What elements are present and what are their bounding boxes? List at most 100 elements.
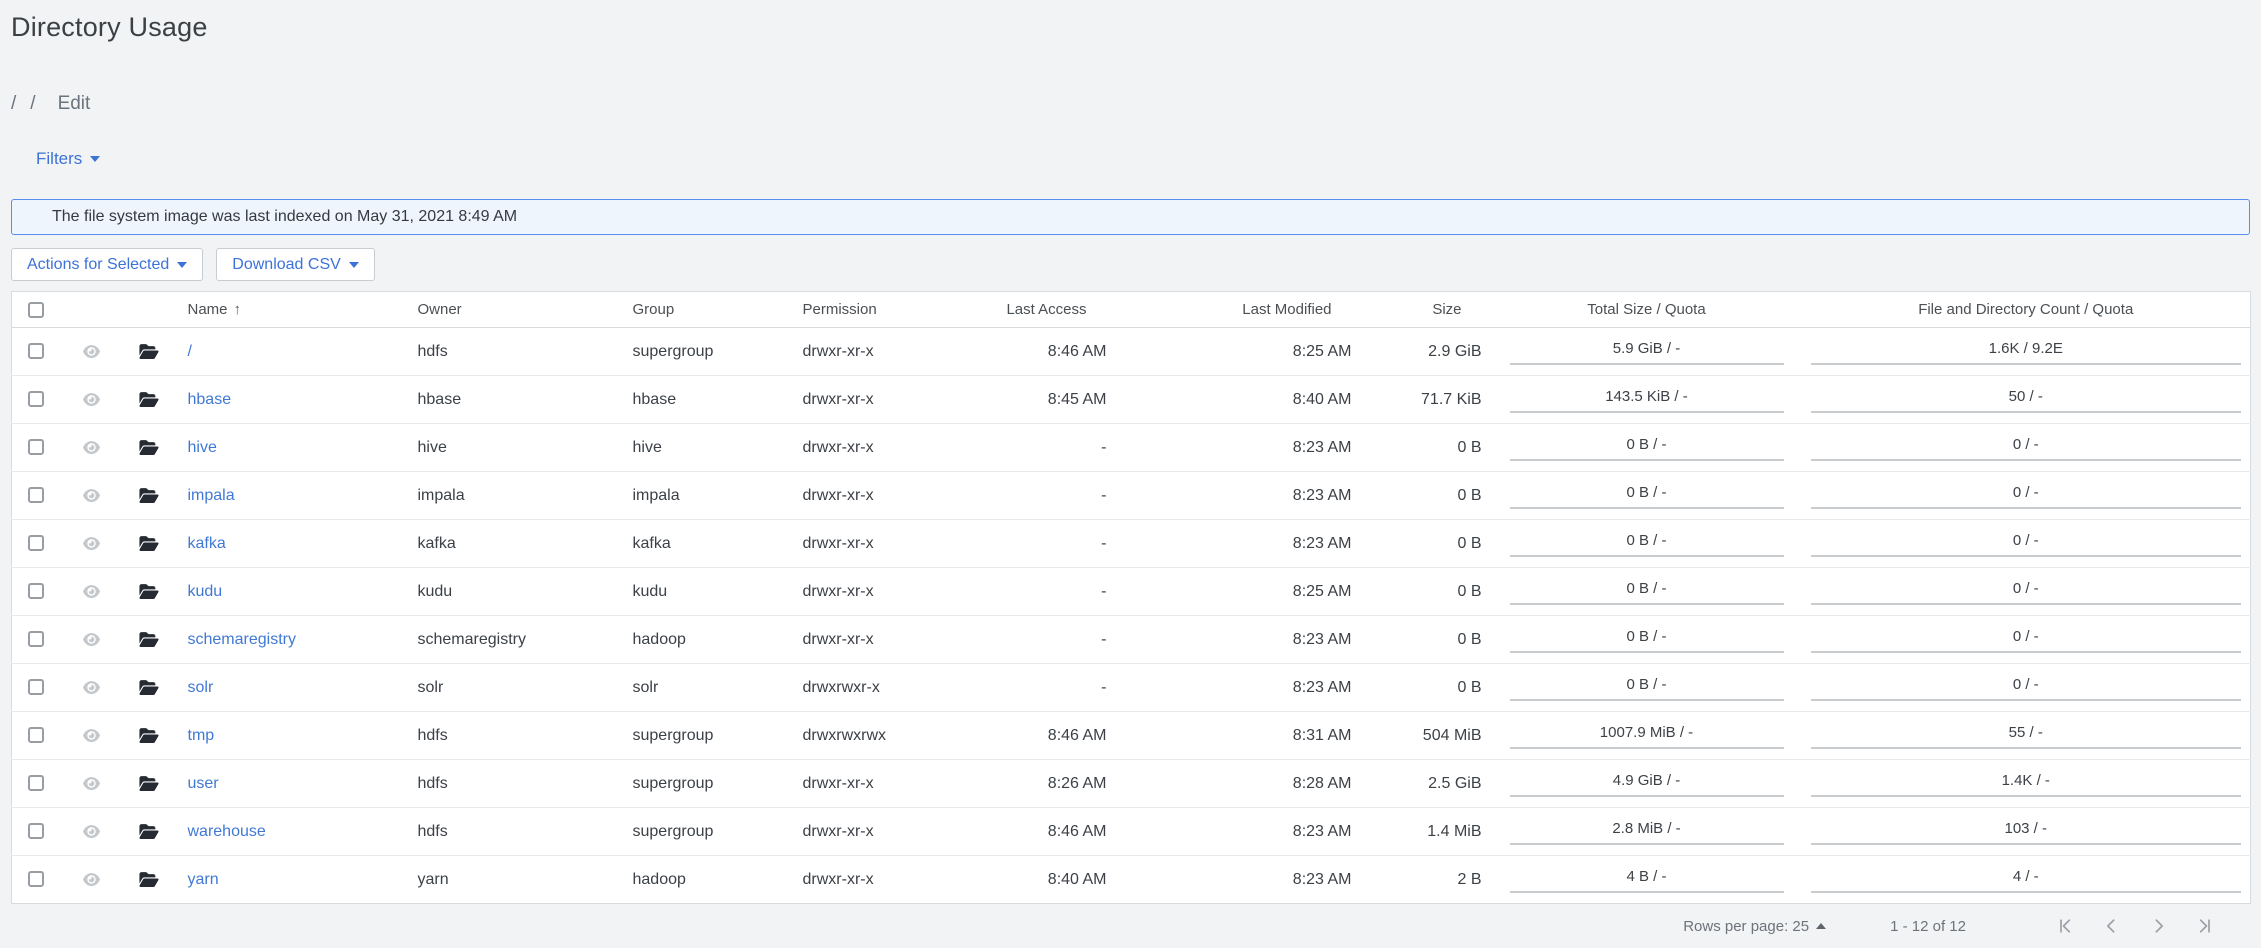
row-checkbox[interactable] [28,391,44,407]
row-checkbox[interactable] [28,679,44,695]
directory-link[interactable]: hive [188,439,217,456]
last-access-cell: - [917,424,1117,472]
name-cell: user [172,760,402,808]
actions-for-selected-button[interactable]: Actions for Selected [11,248,203,281]
last-access-cell: - [917,472,1117,520]
eye-icon[interactable] [82,391,101,408]
last-modified-cell: 8:28 AM [1117,760,1362,808]
row-select-cell [12,664,58,712]
directory-link[interactable]: user [188,775,219,792]
rows-per-page-dropdown[interactable]: Rows per page: 25 [1683,918,1826,935]
row-checkbox[interactable] [28,775,44,791]
select-all-checkbox[interactable] [28,302,44,318]
count-quota-bar [1811,843,2242,845]
directory-link[interactable]: warehouse [188,823,266,840]
last-access-cell: 8:45 AM [917,376,1117,424]
row-checkbox[interactable] [28,439,44,455]
folder-open-icon [139,343,159,360]
column-header-name[interactable]: Name↑ [172,292,402,328]
directory-link[interactable]: tmp [188,727,215,744]
owner-cell: hdfs [402,760,617,808]
count-quota-bar [1811,555,2242,557]
total-size-quota-value: 4.9 GiB / - [1510,771,1784,791]
directory-link[interactable]: solr [188,679,214,696]
row-checkbox[interactable] [28,583,44,599]
size-cell: 0 B [1362,424,1492,472]
name-cell: solr [172,664,402,712]
column-header-total-size-quota[interactable]: Total Size / Quota [1492,292,1802,328]
directory-link[interactable]: kudu [188,583,223,600]
column-header-count-quota[interactable]: File and Directory Count / Quota [1802,292,2251,328]
group-cell: impala [617,472,787,520]
eye-icon[interactable] [82,727,101,744]
name-cell: warehouse [172,808,402,856]
next-page-button[interactable] [2148,916,2168,936]
directory-link[interactable]: hbase [188,391,232,408]
last-modified-cell: 8:23 AM [1117,664,1362,712]
column-header-permission[interactable]: Permission [787,292,917,328]
eye-icon[interactable] [82,583,101,600]
total-size-quota-value: 0 B / - [1510,579,1784,599]
total-size-quota-bar [1510,411,1784,413]
row-preview-cell [58,856,110,904]
eye-icon[interactable] [82,871,101,888]
previous-page-button[interactable] [2102,916,2122,936]
column-header-last-modified[interactable]: Last Modified [1117,292,1362,328]
breadcrumb-edit-link[interactable]: Edit [58,93,91,115]
name-cell: tmp [172,712,402,760]
first-page-button[interactable] [2056,916,2076,936]
directory-link[interactable]: / [188,343,192,360]
total-size-quota-bar [1510,603,1784,605]
last-modified-cell: 8:40 AM [1117,376,1362,424]
column-header-last-access[interactable]: Last Access [917,292,1117,328]
directory-link[interactable]: schemaregistry [188,631,296,648]
last-modified-cell: 8:31 AM [1117,712,1362,760]
folder-open-icon [139,775,159,792]
column-header-size[interactable]: Size [1362,292,1492,328]
row-checkbox[interactable] [28,343,44,359]
count-quota-value: 0 / - [1811,435,2242,455]
eye-icon[interactable] [82,775,101,792]
total-size-quota-bar [1510,747,1784,749]
permission-cell: drwxr-xr-x [787,328,917,376]
owner-cell: kudu [402,568,617,616]
owner-cell: hdfs [402,712,617,760]
directory-link[interactable]: impala [188,487,235,504]
row-checkbox[interactable] [28,871,44,887]
name-cell: impala [172,472,402,520]
permission-cell: drwxr-xr-x [787,568,917,616]
eye-icon[interactable] [82,535,101,552]
count-quota-bar [1811,603,2242,605]
eye-icon[interactable] [82,679,101,696]
filters-toggle[interactable]: Filters [36,149,100,169]
eye-icon[interactable] [82,823,101,840]
row-type-cell [110,376,172,424]
row-select-cell [12,856,58,904]
count-quota-cell: 50 / - [1802,376,2251,424]
eye-icon[interactable] [82,631,101,648]
column-header-group[interactable]: Group [617,292,787,328]
caret-down-icon [177,262,187,268]
folder-open-icon [139,487,159,504]
eye-icon[interactable] [82,343,101,360]
row-checkbox[interactable] [28,631,44,647]
row-checkbox[interactable] [28,727,44,743]
count-quota-cell: 0 / - [1802,472,2251,520]
size-cell: 2.5 GiB [1362,760,1492,808]
directory-link[interactable]: yarn [188,871,219,888]
eye-icon[interactable] [82,439,101,456]
column-header-owner[interactable]: Owner [402,292,617,328]
count-quota-value: 0 / - [1811,483,2242,503]
size-cell: 71.7 KiB [1362,376,1492,424]
download-csv-button[interactable]: Download CSV [216,248,375,281]
total-size-quota-bar [1510,507,1784,509]
row-checkbox[interactable] [28,535,44,551]
last-page-button[interactable] [2194,916,2214,936]
directory-link[interactable]: kafka [188,535,226,552]
permission-cell: drwxr-xr-x [787,424,917,472]
count-quota-cell: 1.6K / 9.2E [1802,328,2251,376]
last-modified-cell: 8:23 AM [1117,808,1362,856]
row-checkbox[interactable] [28,487,44,503]
row-checkbox[interactable] [28,823,44,839]
eye-icon[interactable] [82,487,101,504]
